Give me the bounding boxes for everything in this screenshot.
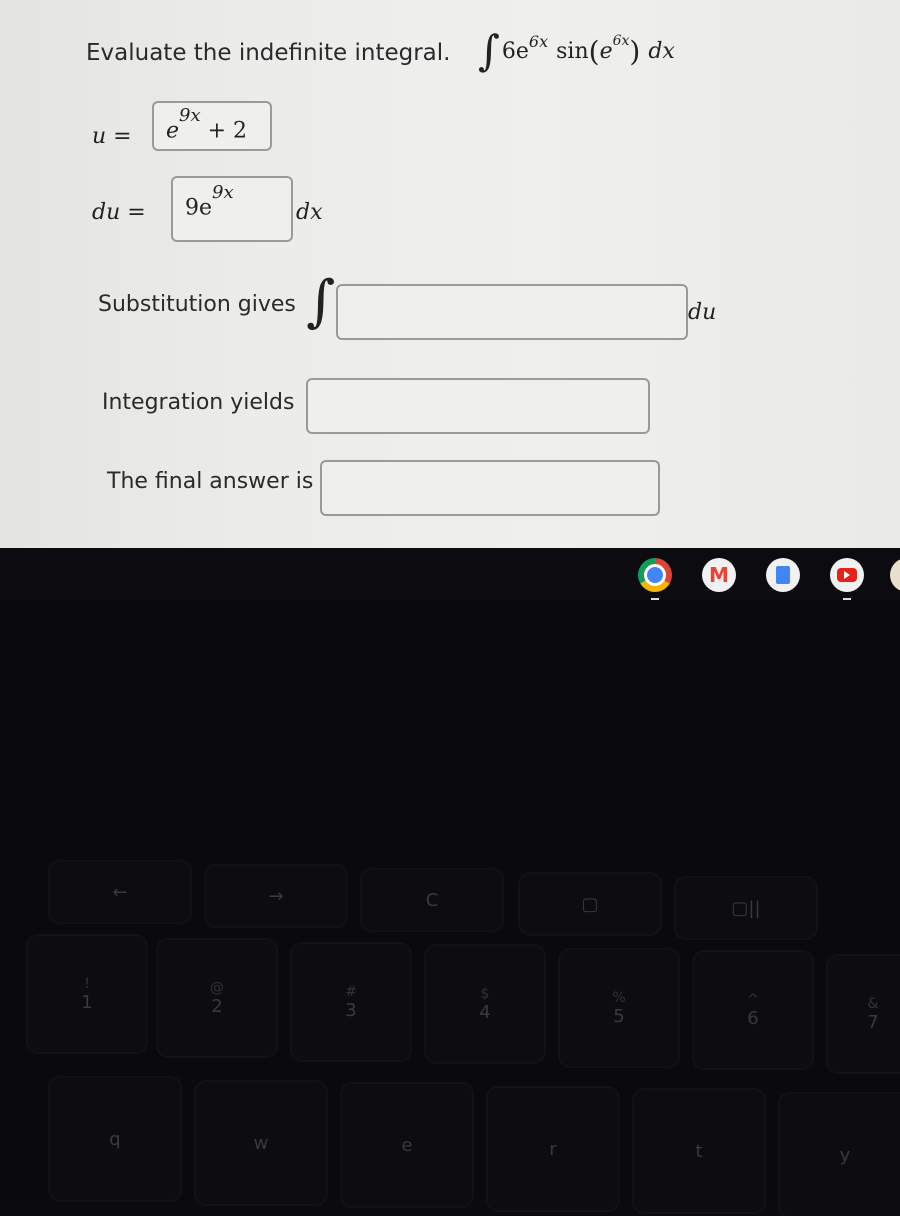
youtube-icon[interactable]	[830, 558, 864, 600]
u-value-rest: + 2	[200, 118, 248, 144]
inner-base: e	[599, 38, 613, 64]
key-label: C	[425, 889, 439, 911]
key-label-bottom: 7	[867, 1011, 879, 1033]
u-value-base: e	[166, 118, 180, 144]
integral-sign-icon: ∫	[478, 26, 500, 75]
key-label: ▢	[581, 893, 599, 915]
problem-prompt: Evaluate the indefinite integral.	[86, 40, 451, 66]
key-4[interactable]: $4	[426, 946, 544, 1062]
integration-input[interactable]	[306, 378, 650, 434]
key-label-bottom: 1	[81, 991, 93, 1013]
key-label: e	[401, 1134, 413, 1156]
substitution-input[interactable]	[336, 284, 688, 340]
chrome-icon[interactable]	[638, 558, 672, 600]
key-label: w	[253, 1132, 269, 1154]
key-label-bottom: 5	[613, 1005, 625, 1027]
substitution-suffix: du	[688, 300, 717, 325]
keyboard: ← → C ▢ ▢|| ! 1 @2 #3 $4 % 5 ^ 6 & 7 q w e r…	[0, 600, 900, 1216]
key-label-bottom: 2	[211, 995, 223, 1017]
key-label: r	[549, 1138, 557, 1160]
u-value-exp: 9x	[179, 105, 201, 126]
key-label: t	[695, 1140, 703, 1162]
du-input[interactable]: 9e9x	[171, 176, 293, 242]
key-refresh[interactable]: C	[362, 870, 502, 930]
key-label: y	[839, 1144, 851, 1166]
substitution-label: Substitution gives	[98, 292, 296, 317]
inner-exp: 6x	[612, 33, 630, 49]
key-back[interactable]: ←	[50, 862, 190, 922]
integration-label: Integration yields	[102, 390, 295, 415]
key-6[interactable]: ^ 6	[694, 952, 812, 1068]
integrand-coef: 6e	[501, 38, 529, 64]
key-1[interactable]: ! 1	[28, 936, 146, 1052]
key-label: ▢||	[731, 897, 761, 919]
key-y[interactable]: y	[780, 1094, 900, 1216]
key-q[interactable]: q	[50, 1078, 180, 1200]
key-label: ←	[112, 881, 128, 903]
key-fullscreen[interactable]: ▢	[520, 874, 660, 934]
key-7[interactable]: & 7	[828, 956, 900, 1072]
u-label: u =	[92, 124, 132, 149]
key-label-top: #	[345, 983, 357, 1000]
paren-open: (	[588, 34, 600, 68]
key-t[interactable]: t	[634, 1090, 764, 1212]
os-shelf: M	[0, 548, 900, 600]
final-input[interactable]	[320, 460, 660, 516]
key-label-bottom: 4	[479, 1001, 491, 1023]
key-label-top: @	[210, 979, 224, 996]
key-label: →	[268, 885, 284, 907]
key-overview[interactable]: ▢||	[676, 878, 816, 938]
docs-icon[interactable]	[766, 558, 800, 592]
problem-integral: ∫ 6e 6x sin ( e 6x ) dx	[478, 26, 675, 76]
key-label-top: ^	[747, 991, 759, 1008]
key-forward[interactable]: →	[206, 866, 346, 926]
key-label-top: !	[84, 975, 90, 992]
gmail-icon[interactable]: M	[702, 558, 736, 592]
key-label-bottom: 3	[345, 999, 357, 1021]
key-label-bottom: 6	[747, 1007, 759, 1029]
du-value-exp: 9x	[212, 182, 234, 203]
final-label: The final answer is	[107, 469, 314, 494]
key-3[interactable]: #3	[292, 944, 410, 1060]
integral-sign-icon: ∫	[306, 269, 336, 334]
key-label-top: &	[867, 995, 879, 1012]
key-label: q	[109, 1128, 121, 1150]
key-5[interactable]: % 5	[560, 950, 678, 1066]
key-r[interactable]: r	[488, 1088, 618, 1210]
paren-close: )	[629, 34, 641, 68]
key-e[interactable]: e	[342, 1084, 472, 1206]
key-w[interactable]: w	[196, 1082, 326, 1204]
integrand-func: sin	[556, 38, 589, 64]
key-2[interactable]: @2	[158, 940, 276, 1056]
differential: dx	[648, 38, 675, 64]
integrand-exp: 6x	[528, 31, 549, 51]
du-label: du =	[92, 200, 146, 225]
du-suffix: dx	[296, 200, 323, 225]
du-value-base: 9e	[185, 195, 213, 221]
webpage-screen: Evaluate the indefinite integral. ∫ 6e 6x…	[0, 0, 900, 548]
u-input[interactable]: e9x + 2	[152, 101, 272, 151]
key-label-top: $	[480, 985, 490, 1002]
app-icon-partial[interactable]	[890, 558, 900, 592]
key-label-top: %	[612, 989, 626, 1006]
